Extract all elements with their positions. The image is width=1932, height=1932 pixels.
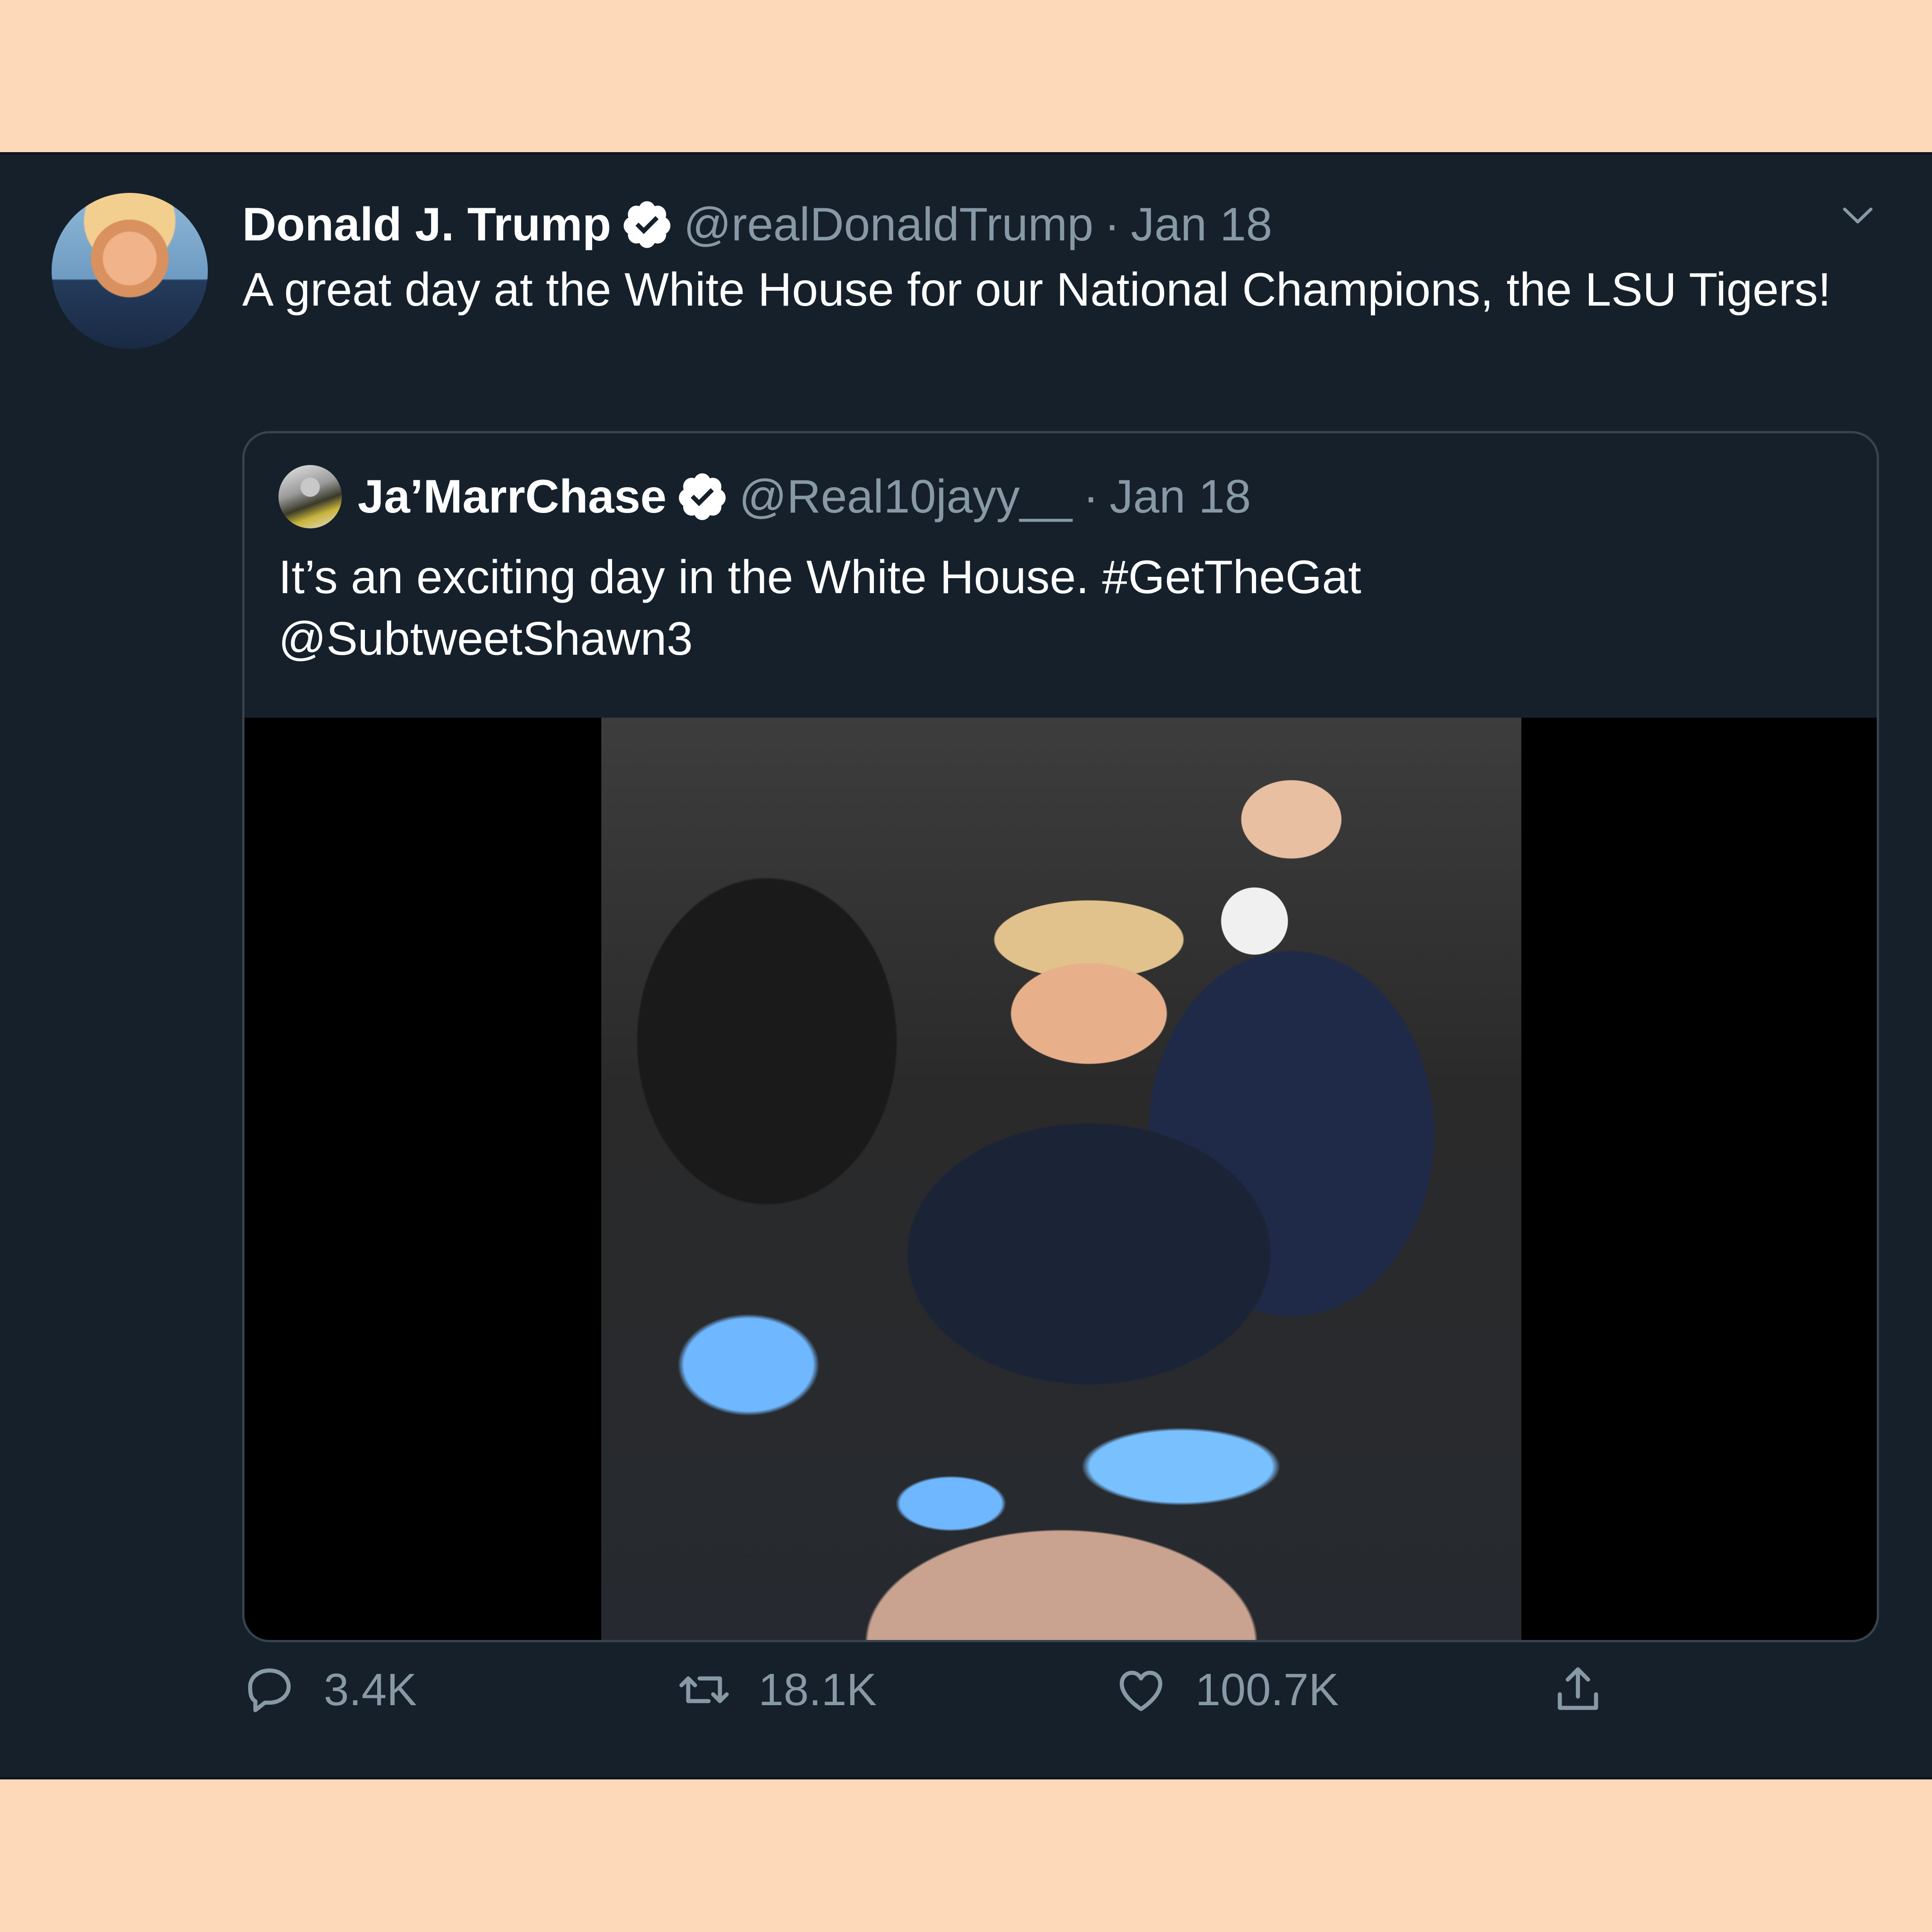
quoted-author-avatar[interactable]: [278, 465, 342, 528]
reply-button[interactable]: 3.4K: [242, 1649, 417, 1731]
tweet-actions: 3.4K 18.1K 100.7K: [242, 1649, 1646, 1731]
author-name[interactable]: Donald J. Trump: [242, 198, 611, 252]
quoted-author-name[interactable]: Ja’MarrChase: [358, 470, 666, 524]
tweet-card[interactable]: Donald J. Trump @realDonaldTrump · Jan 1…: [0, 152, 1932, 1779]
quoted-text-line-1: It’s an exciting day in the White House.…: [278, 551, 1362, 604]
verified-badge-icon: [679, 473, 726, 520]
quoted-header-separator: ·: [1083, 470, 1099, 523]
quoted-text-line-2[interactable]: @SubtweetShawn3: [278, 608, 1818, 670]
header-separator: ·: [1104, 198, 1120, 251]
tweet-header: Donald J. Trump @realDonaldTrump · Jan 1…: [242, 193, 1272, 256]
author-avatar[interactable]: [52, 193, 208, 349]
tweet-date[interactable]: Jan 18: [1131, 198, 1272, 252]
reply-count: 3.4K: [324, 1664, 417, 1715]
share-button[interactable]: [1551, 1649, 1605, 1731]
reply-icon: [248, 1668, 291, 1712]
like-count: 100.7K: [1195, 1664, 1339, 1715]
video-frame[interactable]: [601, 718, 1521, 1640]
retweet-icon: [679, 1676, 729, 1703]
verified-badge-icon: [623, 201, 671, 248]
quoted-tweet-date[interactable]: Jan 18: [1110, 470, 1251, 524]
retweet-count: 18.1K: [758, 1664, 877, 1715]
quoted-tweet-text: It’s an exciting day in the White House.…: [278, 547, 1818, 670]
quoted-tweet-header: Ja’MarrChase @Real10jayy__ · Jan 18: [358, 465, 1251, 528]
quoted-author-handle[interactable]: @Real10jayy__: [739, 470, 1072, 524]
tweet-text: A great day at the White House for our N…: [242, 264, 1831, 316]
page: { "tweet": { "author_name": "Donald J. T…: [0, 0, 1932, 1932]
like-icon: [1120, 1671, 1162, 1711]
video-player[interactable]: [244, 718, 1877, 1640]
quoted-tweet[interactable]: Ja’MarrChase @Real10jayy__ · Jan 18 It’s…: [242, 431, 1879, 1642]
share-icon: [1558, 1667, 1598, 1710]
chevron-down-icon[interactable]: [1842, 205, 1874, 227]
like-button[interactable]: 100.7K: [1114, 1649, 1339, 1731]
retweet-button[interactable]: 18.1K: [677, 1649, 877, 1731]
author-handle[interactable]: @realDonaldTrump: [684, 198, 1093, 252]
